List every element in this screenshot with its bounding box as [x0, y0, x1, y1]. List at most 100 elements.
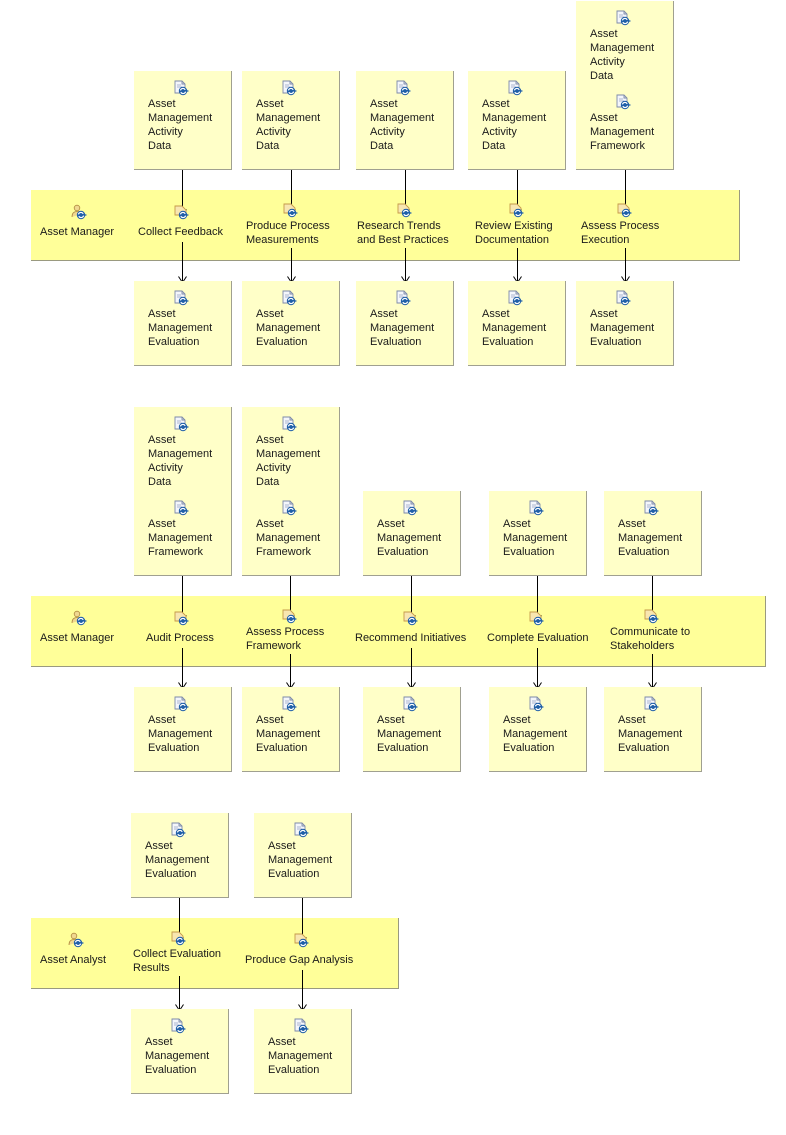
work-product-icon: [280, 290, 298, 306]
artifact-item[interactable]: Asset Management Activity Data: [370, 80, 434, 153]
output-artifact-box[interactable]: Asset Management Evaluation: [131, 1009, 229, 1094]
artifact-item[interactable]: Asset Management Evaluation: [148, 290, 212, 349]
work-product-icon: [280, 416, 298, 432]
output-flow-edge-arrowhead: [401, 274, 410, 284]
artifact-label: Asset Management Evaluation: [370, 308, 435, 348]
input-artifact-box[interactable]: Asset Management Activity Data Asset Mana…: [242, 407, 340, 576]
work-product-icon: [172, 416, 190, 432]
artifact-label: Asset Management Evaluation: [377, 714, 442, 754]
task-icon: [282, 202, 300, 218]
work-product-icon: [527, 500, 545, 516]
work-product-icon: [172, 290, 190, 306]
output-artifact-box[interactable]: Asset Management Evaluation: [242, 281, 340, 366]
input-artifact-box[interactable]: Asset Management Activity Data: [468, 71, 566, 170]
work-product-icon: [394, 80, 412, 96]
task-icon: [616, 202, 634, 218]
artifact-item[interactable]: Asset Management Framework: [148, 500, 212, 559]
output-flow-edge-arrowhead: [407, 680, 416, 690]
artifact-item[interactable]: Asset Management Activity Data: [256, 80, 320, 153]
artifact-label: Asset Management Framework: [148, 518, 213, 558]
artifact-item[interactable]: Asset Management Evaluation: [145, 822, 209, 881]
input-artifact-box[interactable]: Asset Management Evaluation: [363, 491, 461, 576]
work-product-icon: [280, 696, 298, 712]
work-product-icon: [527, 696, 545, 712]
output-flow-edge-arrowhead: [533, 680, 542, 690]
task-label: Audit Process: [146, 632, 214, 644]
role-icon: [70, 204, 88, 220]
task-label: Recommend Initiatives: [355, 632, 467, 644]
artifact-label: Asset Management Activity Data: [256, 98, 321, 152]
input-artifact-box[interactable]: Asset Management Activity Data Asset Mana…: [576, 1, 674, 170]
artifact-item[interactable]: Asset Management Evaluation: [377, 500, 441, 559]
task-label: Communicate to Stakeholders: [610, 626, 691, 652]
artifact-item[interactable]: Asset Management Activity Data: [256, 416, 320, 489]
artifact-item[interactable]: Asset Management Evaluation: [503, 696, 567, 755]
artifact-item[interactable]: Asset Management Activity Data: [148, 416, 212, 489]
work-product-icon: [614, 290, 632, 306]
output-artifact-box[interactable]: Asset Management Evaluation: [489, 687, 587, 772]
output-flow-edge-arrowhead: [178, 680, 187, 690]
artifact-label: Asset Management Evaluation: [268, 1036, 333, 1076]
output-artifact-box[interactable]: Asset Management Evaluation: [242, 687, 340, 772]
input-artifact-box[interactable]: Asset Management Activity Data: [356, 71, 454, 170]
artifact-item[interactable]: Asset Management Activity Data: [148, 80, 212, 153]
output-artifact-box[interactable]: Asset Management Evaluation: [468, 281, 566, 366]
artifact-item[interactable]: Asset Management Evaluation: [377, 696, 441, 755]
artifact-item[interactable]: Asset Management Evaluation: [145, 1018, 209, 1077]
work-product-icon: [401, 500, 419, 516]
artifact-item[interactable]: Asset Management Framework: [590, 94, 654, 153]
output-artifact-box[interactable]: Asset Management Evaluation: [134, 687, 232, 772]
input-artifact-box[interactable]: Asset Management Activity Data: [242, 71, 340, 170]
artifact-label: Asset Management Evaluation: [148, 714, 213, 754]
task-icon: [173, 610, 191, 626]
artifact-item[interactable]: Asset Management Evaluation: [268, 1018, 332, 1077]
input-artifact-box[interactable]: Asset Management Evaluation: [489, 491, 587, 576]
input-artifact-box[interactable]: Asset Management Evaluation: [604, 491, 702, 576]
task-icon: [170, 930, 188, 946]
output-artifact-box[interactable]: Asset Management Evaluation: [576, 281, 674, 366]
work-product-icon: [642, 500, 660, 516]
output-artifact-box[interactable]: Asset Management Evaluation: [356, 281, 454, 366]
artifact-label: Asset Management Evaluation: [503, 714, 568, 754]
artifact-label: Asset Management Activity Data: [370, 98, 435, 152]
input-artifact-box[interactable]: Asset Management Activity Data: [134, 71, 232, 170]
output-artifact-box[interactable]: Asset Management Evaluation: [254, 1009, 352, 1094]
artifact-item[interactable]: Asset Management Evaluation: [370, 290, 434, 349]
artifact-label: Asset Management Activity Data: [590, 28, 655, 82]
output-artifact-box[interactable]: Asset Management Evaluation: [363, 687, 461, 772]
role-label: Asset Manager: [40, 632, 114, 644]
artifact-item[interactable]: Asset Management Evaluation: [148, 696, 212, 755]
artifact-item[interactable]: Asset Management Evaluation: [256, 696, 320, 755]
artifact-label: Asset Management Evaluation: [590, 308, 655, 348]
output-artifact-box[interactable]: Asset Management Evaluation: [134, 281, 232, 366]
artifact-item[interactable]: Asset Management Evaluation: [268, 822, 332, 881]
artifact-label: Asset Management Evaluation: [503, 518, 568, 558]
artifact-item[interactable]: Asset Management Evaluation: [618, 500, 682, 559]
task-label: Research Trends and Best Practices: [357, 220, 449, 246]
work-product-icon: [506, 290, 524, 306]
artifact-item[interactable]: Asset Management Activity Data: [482, 80, 546, 153]
work-product-icon: [292, 1018, 310, 1034]
input-artifact-box[interactable]: Asset Management Evaluation: [254, 813, 352, 898]
artifact-label: Asset Management Framework: [590, 112, 655, 152]
work-product-icon: [172, 80, 190, 96]
artifact-label: Asset Management Evaluation: [618, 714, 683, 754]
artifact-item[interactable]: Asset Management Evaluation: [503, 500, 567, 559]
artifact-item[interactable]: Asset Management Evaluation: [482, 290, 546, 349]
artifact-label: Asset Management Evaluation: [145, 840, 210, 880]
artifact-item[interactable]: Asset Management Evaluation: [618, 696, 682, 755]
artifact-label: Asset Management Evaluation: [618, 518, 683, 558]
work-product-icon: [614, 94, 632, 110]
artifact-item[interactable]: Asset Management Evaluation: [590, 290, 654, 349]
artifact-item[interactable]: Asset Management Activity Data: [590, 10, 654, 83]
work-product-icon: [169, 822, 187, 838]
input-artifact-box[interactable]: Asset Management Evaluation: [131, 813, 229, 898]
artifact-item[interactable]: Asset Management Framework: [256, 500, 320, 559]
input-artifact-box[interactable]: Asset Management Activity Data Asset Mana…: [134, 407, 232, 576]
artifact-label: Asset Management Evaluation: [145, 1036, 210, 1076]
artifact-label: Asset Management Evaluation: [482, 308, 547, 348]
task-label: Produce Process Measurements: [246, 220, 330, 246]
task-icon: [281, 608, 299, 624]
artifact-item[interactable]: Asset Management Evaluation: [256, 290, 320, 349]
output-artifact-box[interactable]: Asset Management Evaluation: [604, 687, 702, 772]
